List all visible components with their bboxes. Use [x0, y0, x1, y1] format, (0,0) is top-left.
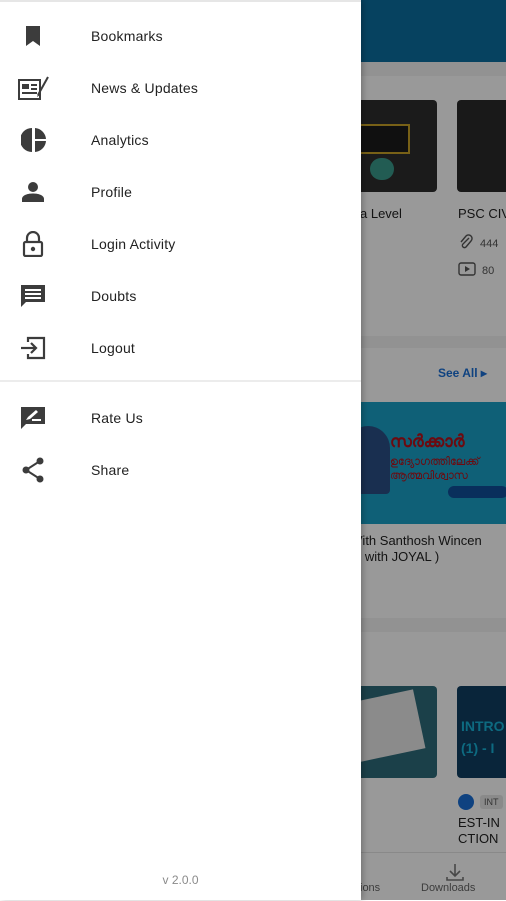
rate-icon	[20, 406, 46, 430]
menu-item-label: News & Updates	[91, 80, 199, 96]
menu-item-label: Rate Us	[91, 410, 143, 426]
menu-item-doubts[interactable]: Doubts	[0, 270, 361, 322]
news-icon	[18, 76, 50, 100]
menu-item-label: Share	[91, 462, 130, 478]
menu-item-login-activity[interactable]: Login Activity	[0, 218, 361, 270]
app-version: v 2.0.0	[162, 873, 199, 887]
logout-icon	[20, 336, 46, 360]
menu-item-label: Logout	[91, 340, 136, 356]
menu-item-news-updates[interactable]: News & Updates	[0, 62, 361, 114]
drawer-divider	[0, 380, 361, 382]
menu-item-label: Profile	[91, 184, 133, 200]
chat-icon	[20, 284, 46, 308]
menu-item-rate-us[interactable]: Rate Us	[0, 392, 361, 444]
menu-item-label: Login Activity	[91, 236, 176, 252]
menu-item-label: Doubts	[91, 288, 137, 304]
person-icon	[20, 180, 46, 204]
bookmark-icon	[20, 24, 46, 48]
menu-item-analytics[interactable]: Analytics	[0, 114, 361, 166]
menu-item-label: Analytics	[91, 132, 149, 148]
drawer-top-divider	[0, 0, 361, 2]
lock-icon	[20, 231, 46, 257]
navigation-drawer: Bookmarks News & Updates Analytics Profi…	[0, 0, 361, 900]
menu-item-label: Bookmarks	[91, 28, 163, 44]
share-icon	[20, 457, 46, 483]
menu-item-profile[interactable]: Profile	[0, 166, 361, 218]
menu-item-share[interactable]: Share	[0, 444, 361, 496]
menu-item-bookmarks[interactable]: Bookmarks	[0, 10, 361, 62]
menu-item-logout[interactable]: Logout	[0, 322, 361, 374]
pie-chart-icon	[20, 128, 48, 152]
